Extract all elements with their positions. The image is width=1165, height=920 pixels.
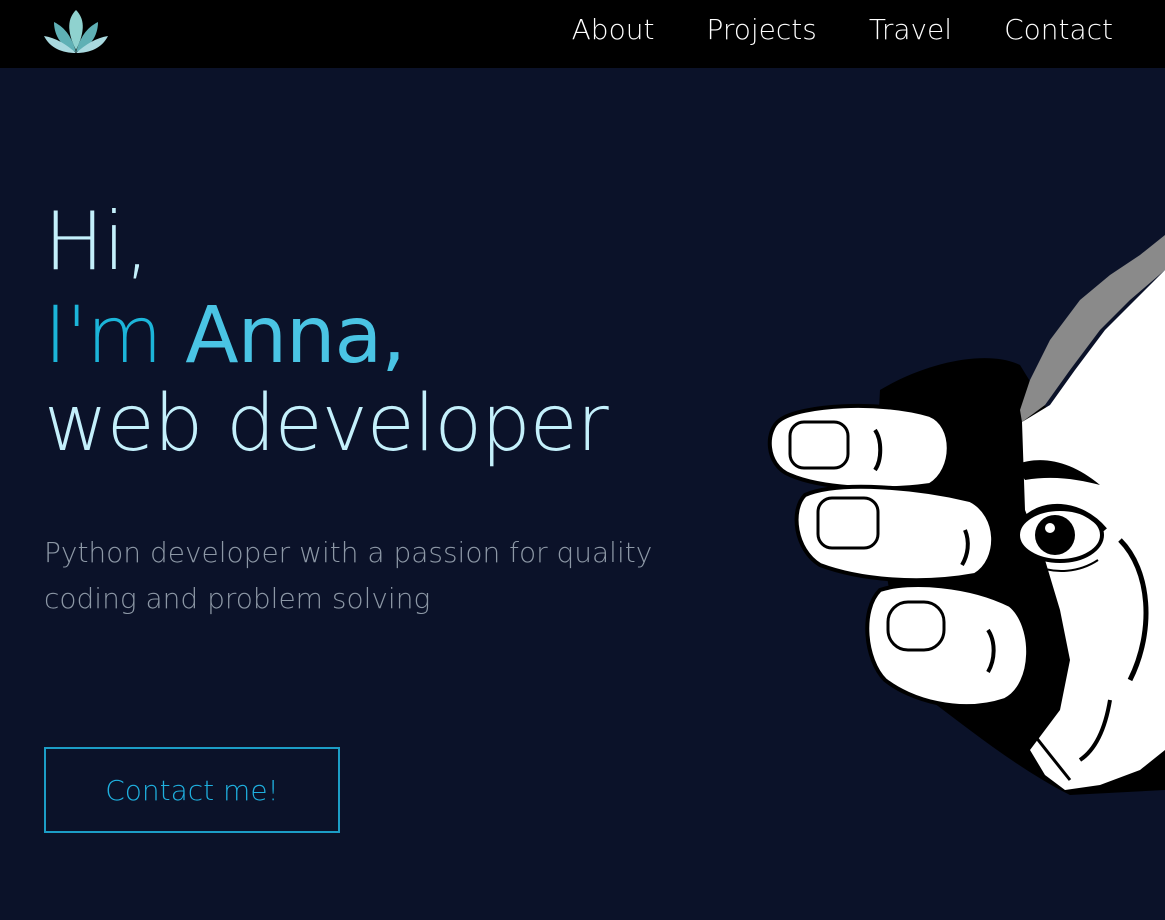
hero-role: web developer: [44, 379, 609, 469]
top-navigation-bar: About Projects Travel Contact: [0, 0, 1165, 68]
hand-peeking-eye-illustration: [767, 235, 1165, 795]
contact-me-button[interactable]: Contact me!: [44, 747, 340, 833]
lotus-icon[interactable]: [42, 6, 110, 56]
hero-intro-prefix: I'm: [44, 291, 186, 381]
hero-name: Anna,: [185, 291, 406, 381]
hero-intro-line: I'm Anna,: [44, 292, 608, 380]
nav-link-about[interactable]: About: [572, 12, 655, 48]
hero-greeting: Hi,: [44, 195, 150, 288]
nav-link-contact[interactable]: Contact: [1004, 12, 1113, 48]
hero-tagline: Python developer with a passion for qual…: [44, 536, 653, 615]
hero-heading: Hi, I'm Anna, web developer: [44, 192, 609, 469]
main-nav: About Projects Travel Contact: [520, 12, 1113, 48]
nav-link-projects[interactable]: Projects: [706, 12, 816, 48]
nav-link-travel[interactable]: Travel: [869, 12, 952, 48]
